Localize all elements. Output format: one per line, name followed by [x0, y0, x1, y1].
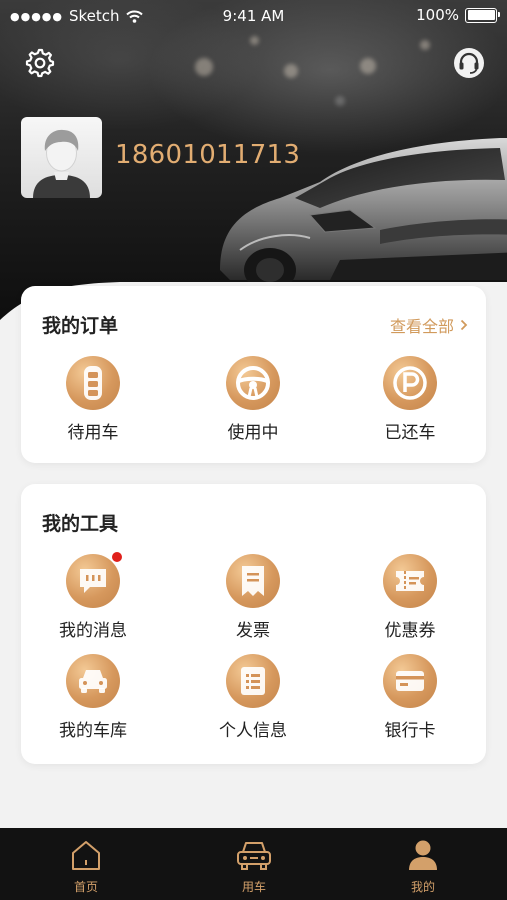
home-icon [72, 841, 100, 870]
invoice-icon [226, 554, 280, 608]
gear-icon [25, 48, 55, 78]
tool-garage[interactable]: 我的车库 [33, 654, 153, 741]
profile-list-icon [226, 654, 280, 708]
tool-profile-info[interactable]: 个人信息 [193, 654, 313, 741]
order-pending-pickup[interactable]: 待用车 [33, 356, 153, 443]
order-returned-label: 已还车 [384, 423, 436, 443]
user-icon [409, 840, 437, 870]
tool-coupons-label: 优惠券 [384, 621, 436, 641]
my-orders-title: 我的订单 [42, 315, 119, 337]
steering-wheel-icon [226, 356, 280, 410]
customer-service-button[interactable] [452, 46, 486, 80]
tool-messages[interactable]: 我的消息 [33, 551, 153, 641]
car-key-icon [66, 356, 120, 410]
battery-status: 100% [416, 6, 500, 24]
settings-button[interactable] [23, 46, 57, 80]
tool-messages-label: 我的消息 [59, 621, 127, 641]
tab-home-label: 首页 [73, 880, 98, 894]
tool-profile-info-label: 个人信息 [219, 721, 287, 741]
message-icon [66, 551, 123, 608]
order-pending-label: 待用车 [67, 423, 119, 443]
bank-card-icon [383, 654, 437, 708]
order-in-use[interactable]: 使用中 [193, 356, 313, 443]
battery-percent: 100% [416, 6, 459, 24]
chevron-right-icon [460, 319, 468, 331]
tool-bank-card[interactable]: 银行卡 [350, 654, 470, 741]
tool-invoice-label: 发票 [236, 621, 270, 641]
tool-invoice[interactable]: 发票 [193, 554, 313, 641]
tab-mine-label: 我的 [410, 880, 435, 894]
car-icon [237, 842, 271, 870]
tab-home[interactable]: 首页 [36, 838, 136, 895]
bottom-tab-bar: 首页 用车 我的 [0, 828, 507, 900]
tab-mine[interactable]: 我的 [373, 838, 473, 895]
garage-car-icon [66, 654, 120, 708]
my-tools-card: 我的工具 我的消息 发票 优惠券 我的车库 个人信息 银行卡 [21, 484, 486, 764]
tool-garage-label: 我的车库 [59, 721, 127, 741]
order-in-use-label: 使用中 [227, 423, 279, 443]
tab-use-car-label: 用车 [241, 880, 266, 894]
view-all-label: 查看全部 [389, 317, 454, 336]
order-returned[interactable]: 已还车 [350, 356, 470, 443]
tool-bank-card-label: 银行卡 [384, 721, 436, 741]
default-user-avatar-icon [33, 129, 90, 198]
my-orders-card: 我的订单 查看全部 待用车 使用中 已还车 [21, 286, 486, 463]
coupon-icon [383, 554, 437, 608]
user-phone-number: 18601011713 [115, 140, 301, 170]
status-bar: ●●●●● Sketch 9:41 AM 100% [0, 0, 507, 32]
battery-icon [465, 7, 500, 23]
tool-coupons[interactable]: 优惠券 [350, 554, 470, 641]
headset-icon [454, 48, 484, 78]
parking-icon [383, 356, 437, 410]
unread-badge [111, 551, 123, 563]
tab-use-car[interactable]: 用车 [204, 838, 304, 895]
view-all-orders-link[interactable]: 查看全部 [390, 313, 468, 337]
avatar[interactable] [21, 117, 102, 198]
my-tools-title: 我的工具 [42, 513, 119, 535]
